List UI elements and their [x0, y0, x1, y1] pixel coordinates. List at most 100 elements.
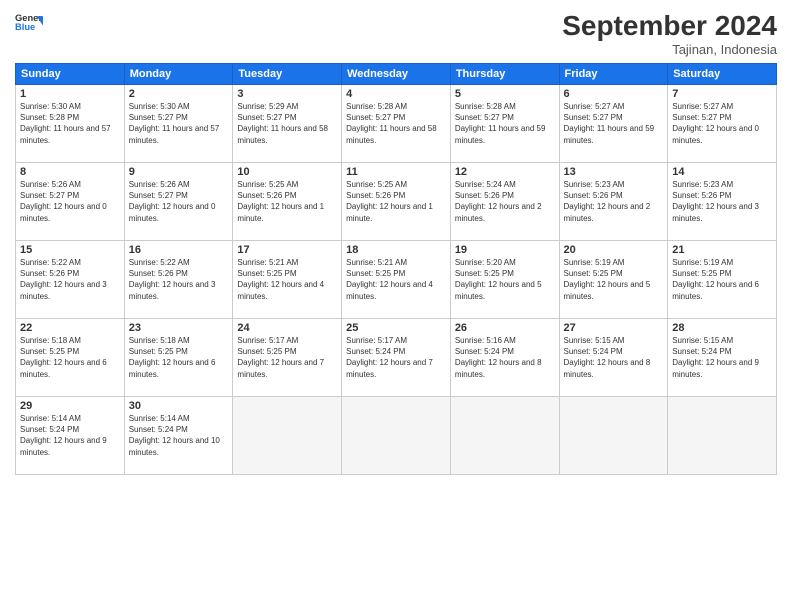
day-number: 20	[564, 244, 664, 256]
day-info: Sunrise: 5:26 AMSunset: 5:27 PMDaylight:…	[20, 179, 120, 224]
day-info: Sunrise: 5:14 AMSunset: 5:24 PMDaylight:…	[20, 413, 120, 458]
day-number: 11	[346, 166, 446, 178]
day-number: 19	[455, 244, 555, 256]
day-info: Sunrise: 5:17 AMSunset: 5:25 PMDaylight:…	[237, 335, 337, 380]
day-number: 30	[129, 400, 229, 412]
calendar-cell: 19Sunrise: 5:20 AMSunset: 5:25 PMDayligh…	[450, 241, 559, 319]
day-info: Sunrise: 5:14 AMSunset: 5:24 PMDaylight:…	[129, 413, 229, 458]
day-info: Sunrise: 5:19 AMSunset: 5:25 PMDaylight:…	[672, 257, 772, 302]
day-number: 14	[672, 166, 772, 178]
calendar-cell	[559, 397, 668, 475]
calendar-cell: 29Sunrise: 5:14 AMSunset: 5:24 PMDayligh…	[16, 397, 125, 475]
calendar-cell: 8Sunrise: 5:26 AMSunset: 5:27 PMDaylight…	[16, 163, 125, 241]
day-number: 5	[455, 88, 555, 100]
header-sunday: Sunday	[16, 64, 125, 85]
day-info: Sunrise: 5:18 AMSunset: 5:25 PMDaylight:…	[129, 335, 229, 380]
location: Tajinan, Indonesia	[562, 42, 777, 57]
calendar-week-1: 8Sunrise: 5:26 AMSunset: 5:27 PMDaylight…	[16, 163, 777, 241]
calendar-cell: 21Sunrise: 5:19 AMSunset: 5:25 PMDayligh…	[668, 241, 777, 319]
day-number: 8	[20, 166, 120, 178]
header-thursday: Thursday	[450, 64, 559, 85]
day-info: Sunrise: 5:27 AMSunset: 5:27 PMDaylight:…	[564, 101, 664, 146]
day-info: Sunrise: 5:16 AMSunset: 5:24 PMDaylight:…	[455, 335, 555, 380]
day-info: Sunrise: 5:18 AMSunset: 5:25 PMDaylight:…	[20, 335, 120, 380]
header-tuesday: Tuesday	[233, 64, 342, 85]
day-info: Sunrise: 5:27 AMSunset: 5:27 PMDaylight:…	[672, 101, 772, 146]
day-info: Sunrise: 5:17 AMSunset: 5:24 PMDaylight:…	[346, 335, 446, 380]
calendar-week-4: 29Sunrise: 5:14 AMSunset: 5:24 PMDayligh…	[16, 397, 777, 475]
calendar-cell: 1Sunrise: 5:30 AMSunset: 5:28 PMDaylight…	[16, 85, 125, 163]
day-info: Sunrise: 5:22 AMSunset: 5:26 PMDaylight:…	[129, 257, 229, 302]
calendar-week-3: 22Sunrise: 5:18 AMSunset: 5:25 PMDayligh…	[16, 319, 777, 397]
day-info: Sunrise: 5:30 AMSunset: 5:28 PMDaylight:…	[20, 101, 120, 146]
day-info: Sunrise: 5:26 AMSunset: 5:27 PMDaylight:…	[129, 179, 229, 224]
day-number: 25	[346, 322, 446, 334]
calendar-cell: 11Sunrise: 5:25 AMSunset: 5:26 PMDayligh…	[342, 163, 451, 241]
calendar-cell: 4Sunrise: 5:28 AMSunset: 5:27 PMDaylight…	[342, 85, 451, 163]
calendar-week-2: 15Sunrise: 5:22 AMSunset: 5:26 PMDayligh…	[16, 241, 777, 319]
weekday-header-row: Sunday Monday Tuesday Wednesday Thursday…	[16, 64, 777, 85]
day-info: Sunrise: 5:25 AMSunset: 5:26 PMDaylight:…	[237, 179, 337, 224]
day-info: Sunrise: 5:23 AMSunset: 5:26 PMDaylight:…	[564, 179, 664, 224]
day-info: Sunrise: 5:30 AMSunset: 5:27 PMDaylight:…	[129, 101, 229, 146]
calendar-cell: 15Sunrise: 5:22 AMSunset: 5:26 PMDayligh…	[16, 241, 125, 319]
day-number: 1	[20, 88, 120, 100]
day-info: Sunrise: 5:22 AMSunset: 5:26 PMDaylight:…	[20, 257, 120, 302]
calendar-cell: 23Sunrise: 5:18 AMSunset: 5:25 PMDayligh…	[124, 319, 233, 397]
header-wednesday: Wednesday	[342, 64, 451, 85]
day-number: 29	[20, 400, 120, 412]
day-info: Sunrise: 5:21 AMSunset: 5:25 PMDaylight:…	[346, 257, 446, 302]
calendar-cell	[342, 397, 451, 475]
day-number: 28	[672, 322, 772, 334]
day-number: 4	[346, 88, 446, 100]
calendar-cell: 24Sunrise: 5:17 AMSunset: 5:25 PMDayligh…	[233, 319, 342, 397]
day-number: 15	[20, 244, 120, 256]
calendar-cell: 7Sunrise: 5:27 AMSunset: 5:27 PMDaylight…	[668, 85, 777, 163]
day-number: 2	[129, 88, 229, 100]
calendar-cell: 14Sunrise: 5:23 AMSunset: 5:26 PMDayligh…	[668, 163, 777, 241]
calendar-cell	[233, 397, 342, 475]
day-number: 22	[20, 322, 120, 334]
calendar-cell: 2Sunrise: 5:30 AMSunset: 5:27 PMDaylight…	[124, 85, 233, 163]
calendar-cell: 25Sunrise: 5:17 AMSunset: 5:24 PMDayligh…	[342, 319, 451, 397]
header-friday: Friday	[559, 64, 668, 85]
day-number: 21	[672, 244, 772, 256]
calendar: Sunday Monday Tuesday Wednesday Thursday…	[15, 63, 777, 475]
calendar-cell	[668, 397, 777, 475]
calendar-cell: 22Sunrise: 5:18 AMSunset: 5:25 PMDayligh…	[16, 319, 125, 397]
day-number: 18	[346, 244, 446, 256]
day-number: 7	[672, 88, 772, 100]
calendar-cell: 26Sunrise: 5:16 AMSunset: 5:24 PMDayligh…	[450, 319, 559, 397]
calendar-cell: 12Sunrise: 5:24 AMSunset: 5:26 PMDayligh…	[450, 163, 559, 241]
day-info: Sunrise: 5:25 AMSunset: 5:26 PMDaylight:…	[346, 179, 446, 224]
day-info: Sunrise: 5:15 AMSunset: 5:24 PMDaylight:…	[672, 335, 772, 380]
day-number: 17	[237, 244, 337, 256]
calendar-week-0: 1Sunrise: 5:30 AMSunset: 5:28 PMDaylight…	[16, 85, 777, 163]
calendar-cell: 3Sunrise: 5:29 AMSunset: 5:27 PMDaylight…	[233, 85, 342, 163]
day-info: Sunrise: 5:20 AMSunset: 5:25 PMDaylight:…	[455, 257, 555, 302]
logo-icon: General Blue	[15, 10, 43, 38]
svg-text:Blue: Blue	[15, 22, 35, 32]
calendar-cell	[450, 397, 559, 475]
month-title: September 2024	[562, 10, 777, 42]
calendar-cell: 28Sunrise: 5:15 AMSunset: 5:24 PMDayligh…	[668, 319, 777, 397]
day-info: Sunrise: 5:15 AMSunset: 5:24 PMDaylight:…	[564, 335, 664, 380]
calendar-cell: 18Sunrise: 5:21 AMSunset: 5:25 PMDayligh…	[342, 241, 451, 319]
calendar-cell: 5Sunrise: 5:28 AMSunset: 5:27 PMDaylight…	[450, 85, 559, 163]
header: General Blue September 2024 Tajinan, Ind…	[15, 10, 777, 57]
day-number: 27	[564, 322, 664, 334]
day-number: 24	[237, 322, 337, 334]
day-info: Sunrise: 5:21 AMSunset: 5:25 PMDaylight:…	[237, 257, 337, 302]
calendar-cell: 13Sunrise: 5:23 AMSunset: 5:26 PMDayligh…	[559, 163, 668, 241]
calendar-cell: 17Sunrise: 5:21 AMSunset: 5:25 PMDayligh…	[233, 241, 342, 319]
calendar-cell: 16Sunrise: 5:22 AMSunset: 5:26 PMDayligh…	[124, 241, 233, 319]
calendar-cell: 10Sunrise: 5:25 AMSunset: 5:26 PMDayligh…	[233, 163, 342, 241]
calendar-cell: 27Sunrise: 5:15 AMSunset: 5:24 PMDayligh…	[559, 319, 668, 397]
header-saturday: Saturday	[668, 64, 777, 85]
day-number: 23	[129, 322, 229, 334]
calendar-cell: 20Sunrise: 5:19 AMSunset: 5:25 PMDayligh…	[559, 241, 668, 319]
day-info: Sunrise: 5:28 AMSunset: 5:27 PMDaylight:…	[455, 101, 555, 146]
day-info: Sunrise: 5:23 AMSunset: 5:26 PMDaylight:…	[672, 179, 772, 224]
day-number: 13	[564, 166, 664, 178]
day-number: 26	[455, 322, 555, 334]
